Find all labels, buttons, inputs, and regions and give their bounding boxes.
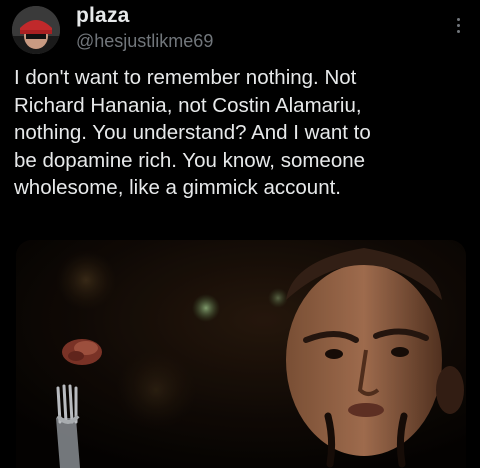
tweet-text-line: be dopamine rich. You know, someone bbox=[14, 148, 366, 172]
tweet: plaza @hesjustlikme69 I don't want to re… bbox=[0, 0, 480, 468]
movie-still-image bbox=[16, 240, 466, 468]
more-options-button[interactable] bbox=[448, 10, 468, 40]
tweet-text-line: wholesome, like a gimmick account. bbox=[14, 176, 341, 199]
user-avatar-icon bbox=[12, 6, 60, 54]
tweet-text-line: I don't want to remember nothing. Not bbox=[14, 66, 357, 89]
author-avatar[interactable] bbox=[12, 6, 60, 54]
tweet-text: I don't want to remember nothing. Not Ri… bbox=[14, 64, 476, 202]
more-vertical-icon bbox=[456, 23, 460, 27]
tweet-media-photo[interactable] bbox=[16, 240, 466, 468]
tweet-text-line: Richard Hanania, not Costin Alamariu, bbox=[14, 93, 362, 117]
more-vertical-icon bbox=[456, 29, 460, 33]
author-display-name[interactable]: plaza bbox=[76, 4, 130, 28]
author-handle[interactable]: @hesjustlikme69 bbox=[76, 30, 213, 52]
tweet-text-line: nothing. You understand? And I want to bbox=[14, 121, 371, 144]
more-vertical-icon bbox=[456, 17, 460, 21]
